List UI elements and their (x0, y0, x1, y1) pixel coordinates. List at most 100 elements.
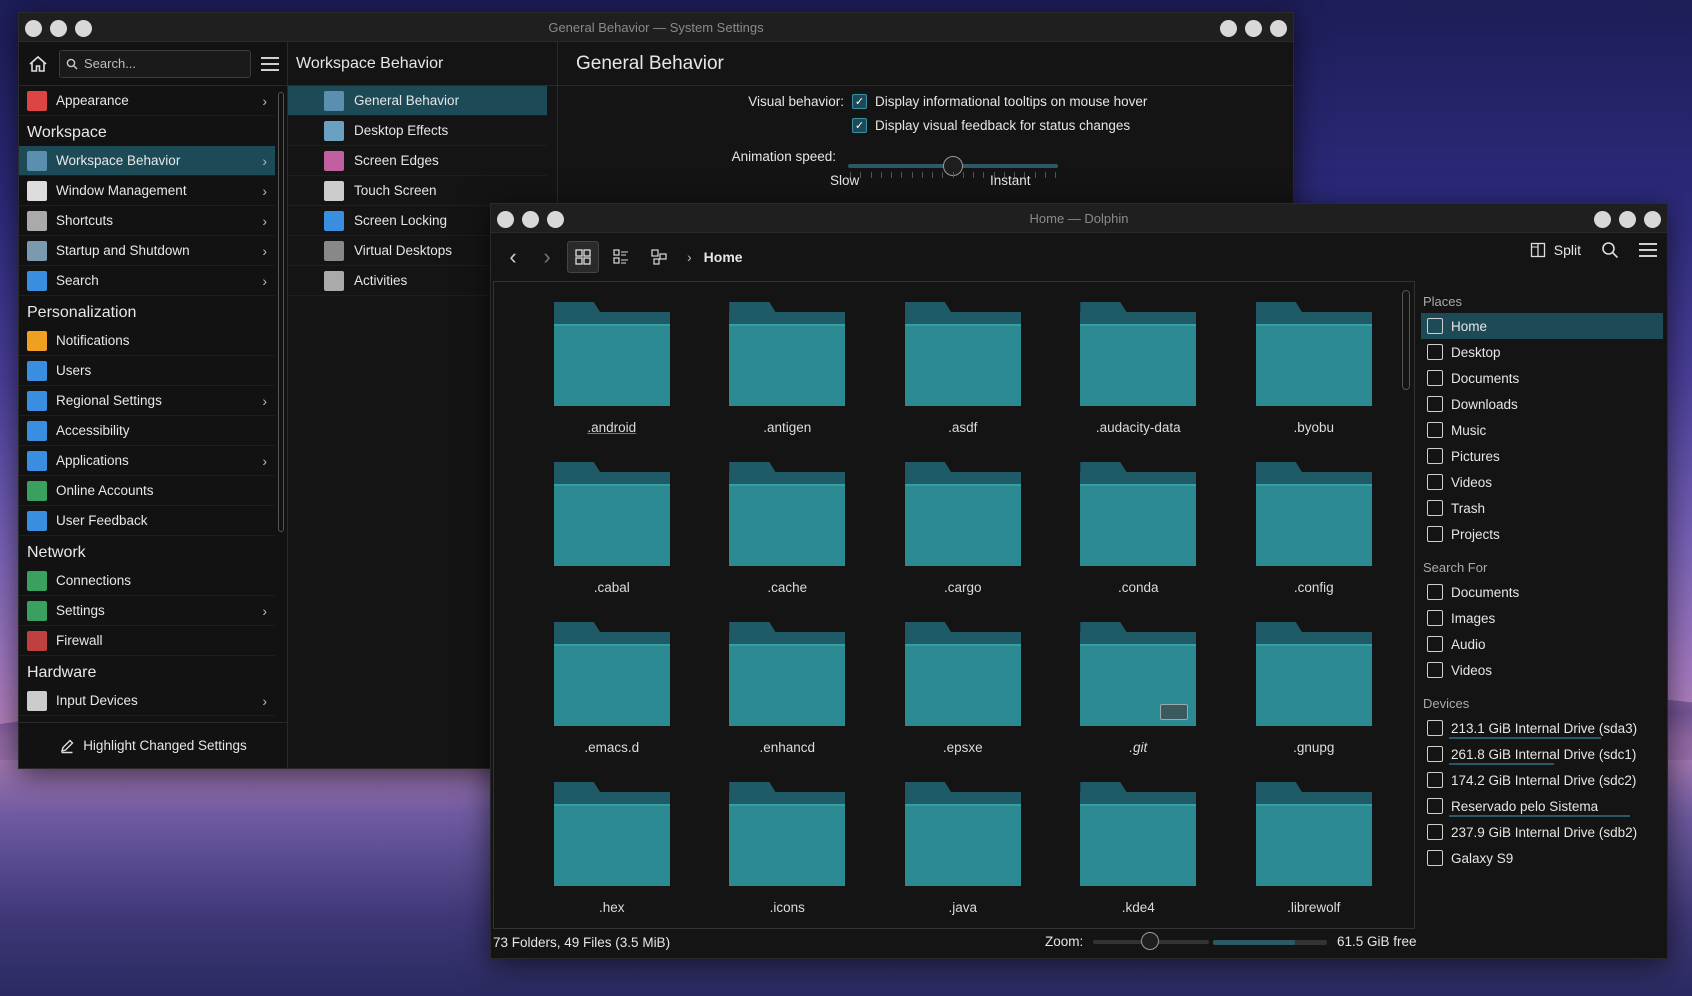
place-pictures[interactable]: Pictures (1421, 443, 1663, 469)
sidebar-item-search[interactable]: Search › (19, 266, 275, 296)
maximize-button[interactable] (1619, 211, 1636, 228)
split-button[interactable]: Split (1530, 242, 1581, 258)
keep-above-button[interactable] (522, 211, 539, 228)
tooltips-label[interactable]: Display informational tooltips on mouse … (875, 94, 1147, 109)
folder-item[interactable]: .conda (1051, 456, 1227, 616)
settings-search-input[interactable]: Search... (59, 49, 251, 78)
breadcrumb-home[interactable]: Home (704, 249, 743, 265)
sidebar-item-users[interactable]: Users (19, 356, 275, 386)
subcategory-touch-screen[interactable]: Touch Screen (288, 176, 547, 206)
pin-button[interactable] (547, 211, 564, 228)
dolphin-titlebar[interactable]: Home — Dolphin (491, 204, 1667, 233)
folder-item[interactable]: .hex (524, 776, 700, 928)
folder-item[interactable]: .antigen (700, 296, 876, 456)
sidebar-item-accessibility[interactable]: Accessibility (19, 416, 275, 446)
place-home[interactable]: Home (1421, 313, 1663, 339)
close-button[interactable] (1270, 20, 1287, 37)
subcategory-screen-edges[interactable]: Screen Edges (288, 146, 547, 176)
file-view-scrollbar[interactable] (1402, 290, 1410, 390)
feedback-label[interactable]: Display visual feedback for status chang… (875, 118, 1130, 133)
home-icon[interactable] (27, 53, 49, 75)
place-videos[interactable]: Videos (1421, 469, 1663, 495)
sidebar-item-user-feedback[interactable]: User Feedback (19, 506, 275, 536)
hamburger-menu-icon[interactable] (261, 56, 279, 71)
folder-item[interactable]: .icons (700, 776, 876, 928)
animation-speed-slider[interactable] (848, 156, 1058, 176)
sidebar-item-applications[interactable]: Applications › (19, 446, 275, 476)
device-237-9-gib-internal-drive-sdb2[interactable]: 237.9 GiB Internal Drive (sdb2) (1421, 819, 1663, 845)
keep-above-button[interactable] (50, 20, 67, 37)
search-icon[interactable] (1601, 241, 1619, 259)
file-view[interactable]: .android .antigen .asdf .audacity-data .byob… (493, 281, 1415, 929)
folder-item[interactable]: .git (1051, 616, 1227, 776)
minimize-button[interactable] (1220, 20, 1237, 37)
folder-item[interactable]: .java (875, 776, 1051, 928)
sidebar-item-connections[interactable]: Connections (19, 566, 275, 596)
tooltips-checkbox[interactable]: ✓ (852, 94, 867, 109)
search-for-documents[interactable]: Documents (1421, 579, 1663, 605)
folder-item[interactable]: .cabal (524, 456, 700, 616)
close-button[interactable] (1644, 211, 1661, 228)
zoom-slider-handle[interactable] (1141, 931, 1160, 950)
folder-item[interactable]: .asdf (875, 296, 1051, 456)
window-menu-button[interactable] (25, 20, 42, 37)
back-button[interactable]: ‹ (499, 241, 527, 273)
place-projects[interactable]: Projects (1421, 521, 1663, 547)
folder-item[interactable]: .android (524, 296, 700, 456)
folder-name: .epsxe (942, 740, 983, 755)
pin-button[interactable] (75, 20, 92, 37)
hamburger-menu-icon[interactable] (1639, 243, 1657, 257)
compact-view-button[interactable] (605, 241, 637, 273)
zoom-slider[interactable] (1093, 931, 1210, 950)
feedback-checkbox[interactable]: ✓ (852, 118, 867, 133)
icons-view-button[interactable] (567, 241, 599, 273)
place-trash[interactable]: Trash (1421, 495, 1663, 521)
folder-item[interactable]: .enhancd (700, 616, 876, 776)
folder-item[interactable]: .cache (700, 456, 876, 616)
subcategory-desktop-effects[interactable]: Desktop Effects (288, 116, 547, 146)
window-menu-button[interactable] (497, 211, 514, 228)
device-213-1-gib-internal-drive-sda3[interactable]: 213.1 GiB Internal Drive (sda3) (1421, 715, 1663, 741)
search-for-videos[interactable]: Videos (1421, 657, 1663, 683)
device-261-8-gib-internal-drive-sdc1[interactable]: 261.8 GiB Internal Drive (sdc1) (1421, 741, 1663, 767)
device-174-2-gib-internal-drive-sdc2[interactable]: 174.2 GiB Internal Drive (sdc2) (1421, 767, 1663, 793)
place-music[interactable]: Music (1421, 417, 1663, 443)
place-desktop[interactable]: Desktop (1421, 339, 1663, 365)
folder-item[interactable]: .audacity-data (1051, 296, 1227, 456)
maximize-button[interactable] (1245, 20, 1262, 37)
sidebar-item-workspace-behavior[interactable]: Workspace Behavior › (19, 146, 275, 176)
settings-titlebar[interactable]: General Behavior — System Settings (19, 13, 1293, 42)
minimize-button[interactable] (1594, 211, 1611, 228)
sidebar-item-window-management[interactable]: Window Management › (19, 176, 275, 206)
folder-item[interactable]: .cargo (875, 456, 1051, 616)
sidebar-item-appearance[interactable]: Appearance › (19, 86, 275, 116)
sidebar-item-input-devices[interactable]: Input Devices › (19, 686, 275, 716)
highlight-changed-settings-button[interactable]: Highlight Changed Settings (19, 722, 287, 768)
search-for-audio[interactable]: Audio (1421, 631, 1663, 657)
sidebar-scrollbar[interactable] (278, 92, 284, 532)
folder-item[interactable]: .config (1226, 456, 1402, 616)
folder-item[interactable]: .kde4 (1051, 776, 1227, 928)
search-for-images[interactable]: Images (1421, 605, 1663, 631)
sidebar-item-settings[interactable]: Settings › (19, 596, 275, 626)
folder-item[interactable]: .epsxe (875, 616, 1051, 776)
place-downloads[interactable]: Downloads (1421, 391, 1663, 417)
device-reservado-pelo-sistema[interactable]: Reservado pelo Sistema (1421, 793, 1663, 819)
drive-usage-bar (1449, 763, 1554, 765)
sidebar-item-shortcuts[interactable]: Shortcuts › (19, 206, 275, 236)
folder-item[interactable]: .emacs.d (524, 616, 700, 776)
folder-item[interactable]: .byobu (1226, 296, 1402, 456)
folder-item[interactable]: .librewolf (1226, 776, 1402, 928)
sidebar-item-regional-settings[interactable]: Regional Settings › (19, 386, 275, 416)
sidebar-item-firewall[interactable]: Firewall (19, 626, 275, 656)
forward-button[interactable]: › (533, 241, 561, 273)
subcategory-general-behavior[interactable]: General Behavior (288, 86, 547, 116)
details-view-button[interactable] (643, 241, 675, 273)
folder-item[interactable]: .gnupg (1226, 616, 1402, 776)
sidebar-item-notifications[interactable]: Notifications (19, 326, 275, 356)
place-documents[interactable]: Documents (1421, 365, 1663, 391)
device-galaxy-s9[interactable]: Galaxy S9 (1421, 845, 1663, 871)
sidebar-item-online-accounts[interactable]: Online Accounts (19, 476, 275, 506)
sidebar-item-startup-and-shutdown[interactable]: Startup and Shutdown › (19, 236, 275, 266)
appearance-icon (27, 90, 47, 111)
